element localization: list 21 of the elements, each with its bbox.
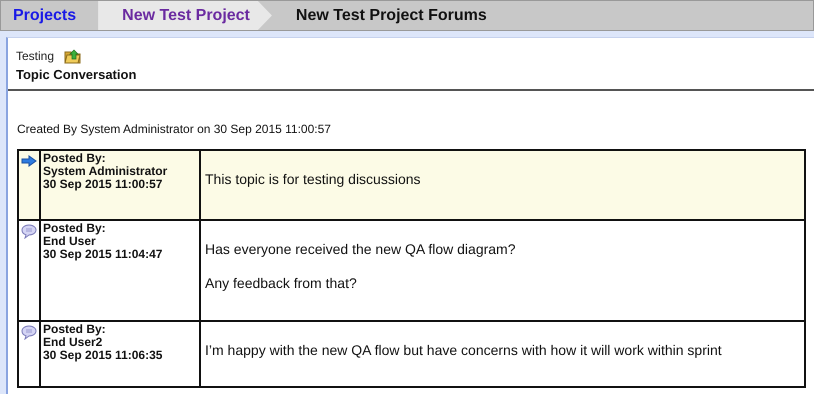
post-author: System Administrator <box>43 165 168 178</box>
speech-bubble-icon <box>21 325 37 340</box>
post-message: Has everyone received the new QA flow diagram? <box>205 241 516 257</box>
folder-icon[interactable] <box>64 48 82 64</box>
posted-by-label: Posted By: <box>43 222 107 235</box>
post-message: This topic is for testing discussions <box>205 171 422 187</box>
created-by-text: Created By System Administrator on 30 Sep 2015 11:00:57 <box>17 122 332 136</box>
post-date: 30 Sep 2015 11:04:47 <box>43 248 164 261</box>
post-author: End User2 <box>43 336 102 349</box>
post-date: 30 Sep 2015 11:00:57 <box>43 178 164 191</box>
arrow-icon <box>21 155 37 167</box>
forum-name: Testing <box>16 49 54 63</box>
speech-bubble-icon <box>21 224 37 239</box>
breadcrumb-link[interactable]: New Test Project <box>98 1 272 30</box>
topic-title: Topic Conversation <box>16 67 138 82</box>
post-author: End User <box>43 235 96 248</box>
posted-by-label: Posted By: <box>43 323 107 336</box>
post-message: Any feedback from that? <box>205 275 358 291</box>
posted-by-label: Posted By: <box>43 152 107 165</box>
post-message: I’m happy with the new QA flow but have concerns with how it will work within sprint <box>205 342 723 358</box>
post-date: 30 Sep 2015 11:06:35 <box>43 349 164 362</box>
